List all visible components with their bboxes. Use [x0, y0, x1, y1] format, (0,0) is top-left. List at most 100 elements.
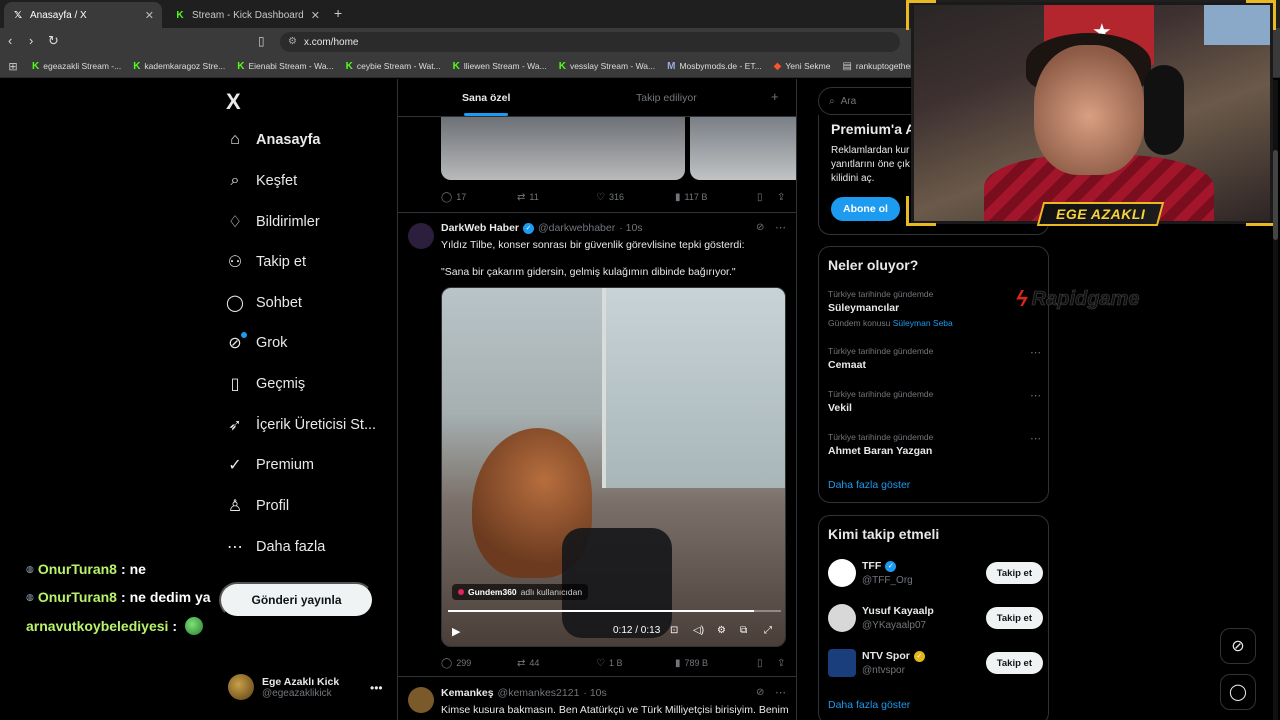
post-author-handle[interactable]: @kemankes2121 — [498, 687, 580, 699]
tab-kick-dashboard[interactable]: K Stream - Kick Dashboard ✕ — [166, 2, 328, 28]
trend-item[interactable]: Türkiye tarihinde gündemde Vekil ⋯ — [828, 389, 1043, 414]
follow-suggestion[interactable]: TFF ✓ @TFF_Org Takip et — [828, 559, 1043, 591]
show-more-link[interactable]: Daha fazla göster — [828, 699, 910, 711]
repost-button[interactable]: ⇄ 44 — [517, 658, 596, 669]
url-field[interactable]: ⚙ x.com/home — [280, 32, 900, 52]
post-media[interactable] — [690, 117, 796, 180]
bookmark-item[interactable]: M Mosbymods.de - ET... — [661, 61, 768, 72]
nav-item-premium[interactable]: ✓ Premium — [226, 450, 314, 480]
subscribe-button[interactable]: Abone ol — [831, 197, 900, 221]
settings-icon[interactable]: ⚙ — [717, 625, 726, 636]
bookmark-item[interactable]: Kkademkaragoz Stre... — [127, 61, 231, 72]
grok-icon[interactable]: ⊘ — [756, 687, 764, 698]
account-switcher[interactable]: Ege Azaklı Kick @egeazaklikick — [228, 674, 339, 700]
nav-item-home[interactable]: ⌂ Anasayfa — [226, 125, 320, 155]
more-icon[interactable]: ⋯ — [1030, 346, 1041, 359]
close-icon[interactable]: ✕ — [145, 9, 154, 22]
more-icon[interactable]: ••• — [370, 681, 383, 695]
post[interactable]: DarkWeb Haber ✓ @darkwebhaber · 10s ⊘ ⋯ … — [398, 212, 796, 675]
nav-item-notifications[interactable]: ♢ Bildirimler — [226, 207, 320, 237]
video-source-badge[interactable]: Gundem360 adlı kullanıcıdan — [452, 584, 589, 600]
post-media[interactable] — [441, 117, 685, 180]
pip-icon[interactable]: ⧉ — [740, 625, 747, 636]
follow-suggestion[interactable]: Yusuf Kayaalp @YKayaalp07 Takip et — [828, 604, 1043, 636]
trend-item[interactable]: Türkiye tarihinde gündemde Süleymancılar… — [828, 289, 1043, 328]
nav-item-more[interactable]: ⋯ Daha fazla — [226, 532, 325, 562]
close-icon[interactable]: ✕ — [311, 9, 320, 22]
page-scrollbar[interactable] — [1273, 80, 1278, 720]
more-icon[interactable]: ⋯ — [1030, 432, 1041, 445]
more-icon[interactable]: ⋯ — [1030, 389, 1041, 402]
grok-icon[interactable]: ⊘ — [756, 222, 764, 233]
trend-sub-link[interactable]: Süleyman Seba — [893, 318, 953, 328]
bookmark-item[interactable]: Kceybie Stream - Wat... — [340, 61, 447, 72]
follow-suggestion[interactable]: NTV Spor ✓ @ntvspor Takip et — [828, 649, 1043, 681]
post-author-name[interactable]: DarkWeb Haber — [441, 222, 519, 234]
volume-icon[interactable]: ◁) — [693, 625, 704, 636]
x-logo[interactable]: X — [226, 89, 241, 115]
bookmark-item[interactable]: Kegeazakli Stream -... — [26, 61, 127, 72]
post-button[interactable]: Gönderi yayınla — [219, 582, 374, 618]
tab-following[interactable]: Takip ediliyor — [636, 92, 697, 104]
trend-item[interactable]: Türkiye tarihinde gündemde Cemaat ⋯ — [828, 346, 1043, 371]
bookmark-icon[interactable]: ▯ — [258, 34, 265, 48]
post-time[interactable]: · 10s — [619, 222, 642, 234]
avatar[interactable] — [408, 687, 434, 713]
nav-item-explore[interactable]: ⌕ Keşfet — [226, 166, 298, 196]
post[interactable]: Kemankeş @kemankes2121 · 10s ⊘ ⋯ Kimse k… — [398, 676, 796, 720]
grok-floating-button[interactable]: ⊘ — [1220, 628, 1256, 664]
share-button[interactable]: ⇪ — [777, 658, 785, 669]
views-button[interactable]: ▮ 789 B — [675, 658, 757, 669]
apps-grid-icon[interactable]: ⊞ — [0, 60, 26, 73]
reply-button[interactable]: ◯ 299 — [441, 658, 517, 669]
captions-icon[interactable]: ⊡ — [670, 625, 678, 636]
play-icon[interactable]: ▶ — [452, 625, 460, 638]
tab-for-you[interactable]: Sana özel — [462, 92, 510, 116]
reload-icon[interactable]: ↻ — [48, 33, 59, 49]
nav-item-chat[interactable]: ◯ Sohbet — [226, 288, 302, 318]
nav-item-profile[interactable]: ♙ Profil — [226, 491, 289, 521]
show-more-link[interactable]: Daha fazla göster — [828, 479, 910, 491]
more-icon[interactable]: ⋯ — [775, 221, 786, 234]
repost-button[interactable]: ⇄ 11 — [517, 192, 596, 203]
nav-item-creator-studio[interactable]: ➶ İçerik Üreticisi St... — [226, 410, 376, 440]
tab-x-home[interactable]: 𝕏 Anasayfa / X ✕ — [4, 2, 162, 28]
post-author-handle[interactable]: @darkwebhaber — [538, 222, 615, 234]
like-button[interactable]: ♡ 316 — [596, 192, 675, 203]
avatar[interactable] — [828, 559, 856, 587]
bookmark-item[interactable]: Klliewen Stream - Wa... — [447, 61, 553, 72]
like-button[interactable]: ♡ 1 B — [596, 658, 675, 669]
new-tab-button[interactable]: + — [334, 5, 342, 21]
bookmark-button[interactable]: ▯ — [757, 192, 777, 203]
views-button[interactable]: ▮ 117 B — [675, 192, 757, 203]
forward-icon[interactable]: › — [29, 33, 33, 48]
reply-button[interactable]: ◯ 17 — [441, 192, 517, 203]
nav-item-grok[interactable]: ⊘ Grok — [226, 328, 287, 358]
bookmark-item[interactable]: K Eienabi Stream - Wa... — [231, 61, 339, 72]
share-button[interactable]: ⇪ — [777, 192, 785, 203]
bookmark-button[interactable]: ▯ — [757, 658, 777, 669]
nav-item-bookmarks[interactable]: ▯ Geçmiş — [226, 369, 306, 399]
bookmark-item[interactable]: Kvesslay Stream - Wa... — [553, 61, 661, 72]
follow-button[interactable]: Takip et — [985, 607, 1043, 629]
follow-button[interactable]: Takip et — [985, 562, 1043, 584]
avatar[interactable] — [828, 604, 856, 632]
scrollbar-thumb[interactable] — [1273, 150, 1278, 240]
video-player[interactable]: Gundem360 adlı kullanıcıdan ▶ 0:12 / 0:1… — [441, 287, 786, 647]
bookmark-item[interactable]: ◆ Yeni Sekme — [768, 61, 837, 72]
trend-item[interactable]: Türkiye tarihinde gündemde Ahmet Baran Y… — [828, 432, 1043, 457]
add-tab-icon[interactable]: + — [771, 89, 779, 104]
back-icon[interactable]: ‹ — [8, 33, 12, 48]
nav-item-follow[interactable]: ⚇ Takip et — [226, 247, 306, 277]
site-info-icon[interactable]: ⚙ — [288, 36, 297, 47]
messages-floating-button[interactable]: ◯ — [1220, 674, 1256, 710]
follow-button[interactable]: Takip et — [985, 652, 1043, 674]
avatar[interactable] — [828, 649, 856, 677]
post-author-name[interactable]: Kemankeş — [441, 687, 494, 699]
video-progress-bar[interactable] — [448, 610, 781, 612]
reply-icon: ◯ — [441, 191, 453, 203]
fullscreen-icon[interactable]: ⤢ — [764, 625, 772, 636]
more-icon[interactable]: ⋯ — [775, 686, 786, 699]
avatar[interactable] — [408, 223, 434, 249]
post-time[interactable]: · 10s — [583, 687, 606, 699]
